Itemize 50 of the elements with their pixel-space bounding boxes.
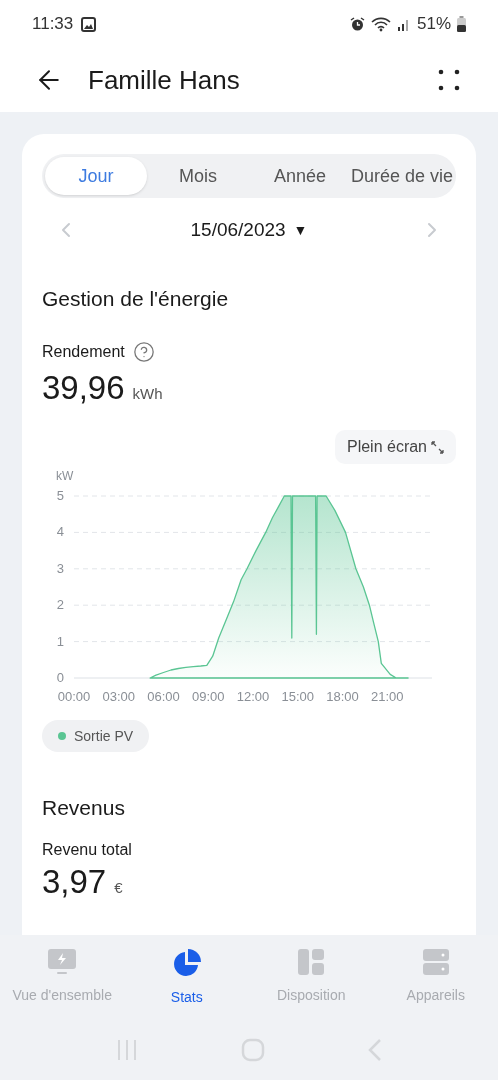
server-stack-icon (422, 949, 449, 975)
period-tab[interactable]: Jour (45, 157, 147, 195)
battery-percent: 51% (416, 13, 451, 36)
y-tick-label: 2 (56, 597, 64, 613)
period-tab[interactable]: Année (248, 157, 351, 195)
x-tick-label: 00:00 (57, 689, 91, 704)
legend-chip[interactable]: Sortie PV (42, 720, 150, 752)
period-tab[interactable]: Durée de vie (350, 157, 453, 195)
metric-value: 39,96 (42, 368, 125, 408)
legend-label: Sortie PV (74, 726, 134, 746)
alarm-icon (349, 16, 365, 32)
period-tab[interactable]: Mois (147, 157, 249, 195)
help-icon[interactable] (132, 341, 155, 363)
home-icon[interactable] (241, 1038, 265, 1062)
signal-icon (396, 17, 411, 31)
pie-chart-icon (172, 949, 201, 977)
x-tick-label: 15:00 (281, 689, 314, 704)
x-tick-label: 21:00 (371, 689, 404, 704)
x-tick-label: 03:00 (102, 689, 135, 704)
image-icon (81, 16, 97, 32)
fullscreen-button[interactable]: Plein écran (334, 430, 456, 464)
x-tick-label: 18:00 (326, 689, 359, 704)
wifi-icon (370, 16, 391, 32)
monitor-bolt-icon (48, 949, 77, 975)
y-tick-label: 0 (56, 670, 64, 685)
metric-unit: € (114, 877, 123, 898)
metric-label: Revenu total (42, 839, 133, 860)
y-tick-label: 1 (56, 633, 64, 649)
metric-unit: kWh (132, 384, 163, 404)
layout-blocks-icon (298, 949, 325, 975)
date-selector[interactable]: 15/06/2023 ▼ (190, 216, 308, 245)
page-title: Famille Hans (88, 63, 241, 97)
x-tick-label: 09:00 (192, 689, 225, 704)
four-dots-icon (438, 69, 460, 91)
y-tick-label: 4 (56, 524, 64, 540)
nav-tab[interactable]: Stats (124, 949, 249, 1008)
axis-unit: kW (56, 469, 74, 483)
recent-apps-icon[interactable] (115, 1039, 138, 1061)
battery-icon (457, 16, 466, 32)
status-time: 11:33 (32, 13, 74, 36)
metric-label: Rendement (42, 342, 125, 362)
section-title: Gestion de l'énergie (42, 285, 230, 312)
metric-value: 3,97 (42, 861, 107, 902)
x-tick-label: 12:00 (236, 689, 270, 704)
y-tick-label: 3 (56, 560, 64, 576)
x-tick-label: 06:00 (147, 689, 180, 704)
back-icon[interactable] (368, 1039, 383, 1061)
expand-icon (431, 440, 444, 454)
section-title: Revenus (42, 795, 126, 821)
y-tick-label: 5 (56, 488, 64, 503)
